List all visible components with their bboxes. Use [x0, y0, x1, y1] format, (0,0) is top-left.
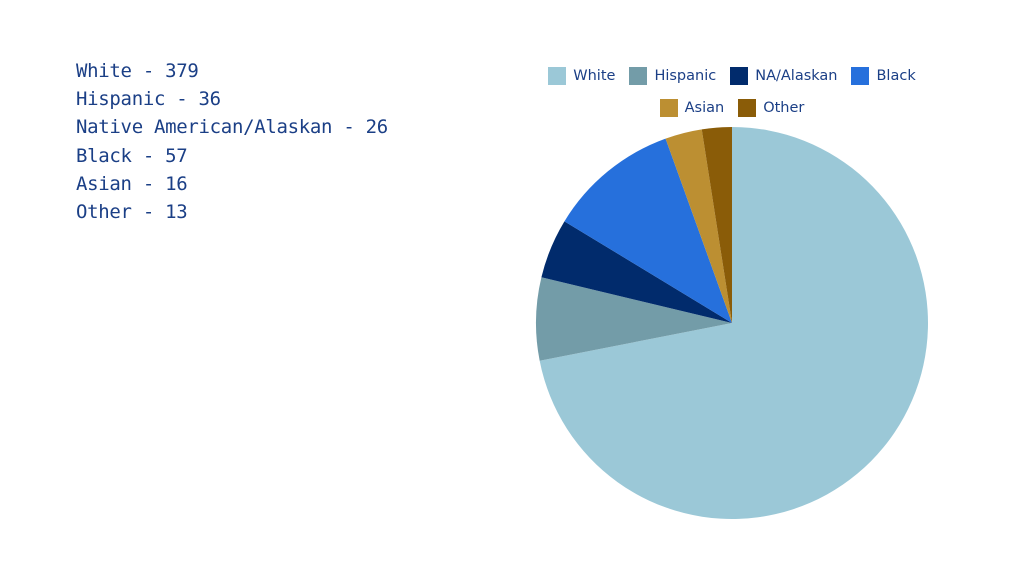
- pie-chart: [536, 127, 928, 520]
